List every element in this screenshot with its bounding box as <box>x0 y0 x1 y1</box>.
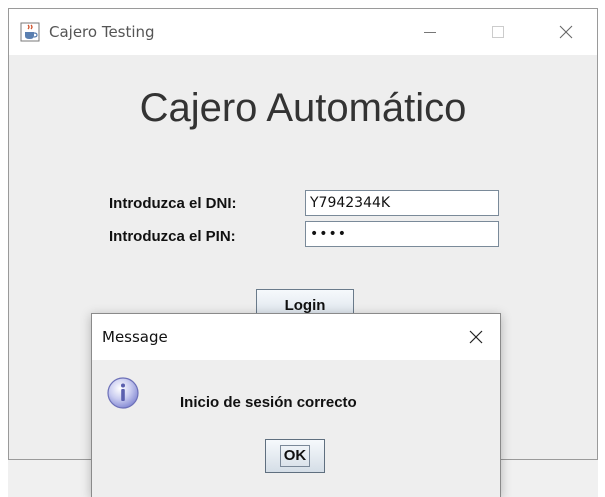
pin-label: Introduzca el PIN: <box>109 228 236 245</box>
close-icon <box>469 330 483 344</box>
close-icon <box>559 25 573 39</box>
pin-field[interactable]: •••• <box>305 221 499 247</box>
dni-label: Introduzca el DNI: <box>109 195 237 212</box>
minimize-button[interactable] <box>407 17 453 47</box>
dialog-title: Message <box>102 328 168 346</box>
minimize-icon <box>424 32 436 33</box>
page-title: Cajero Automático <box>139 86 467 130</box>
java-cup-icon <box>20 22 40 42</box>
maximize-button[interactable] <box>475 17 521 47</box>
maximize-icon <box>492 26 504 38</box>
screen: Cajero Testing Cajero Automático Introdu… <box>0 0 605 497</box>
dialog-message: Inicio de sesión correcto <box>180 394 357 411</box>
dni-field[interactable] <box>305 190 499 216</box>
main-titlebar[interactable]: Cajero Testing <box>9 9 597 55</box>
dialog-close-button[interactable] <box>456 322 496 352</box>
ok-button[interactable]: OK <box>265 439 325 473</box>
window-title: Cajero Testing <box>49 23 155 41</box>
ok-button-label: OK <box>279 445 311 467</box>
info-icon <box>107 377 139 409</box>
dialog-titlebar[interactable]: Message <box>92 314 500 360</box>
close-button[interactable] <box>543 17 589 47</box>
message-dialog: Message Inicio de sesión correcto OK <box>91 313 501 497</box>
